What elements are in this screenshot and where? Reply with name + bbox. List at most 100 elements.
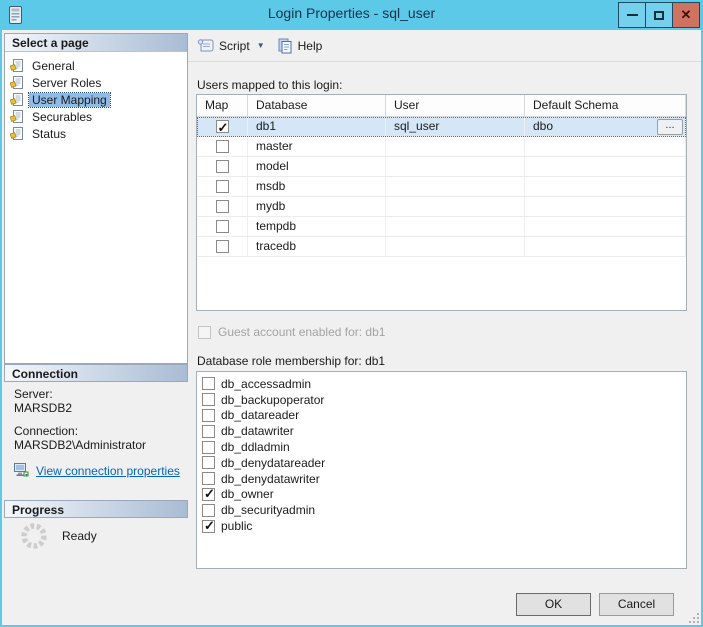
help-icon — [278, 38, 292, 53]
role-checkbox[interactable] — [202, 518, 215, 534]
role-checkbox[interactable] — [202, 472, 215, 486]
ok-button[interactable]: OK — [516, 593, 591, 616]
role-checkbox[interactable] — [202, 440, 215, 454]
database-cell: model — [248, 157, 386, 176]
progress-status-row: Ready — [20, 522, 97, 550]
minimize-button[interactable] — [618, 2, 646, 28]
role-list-item[interactable]: db_ddladmin — [197, 439, 686, 455]
sidebar-page-item[interactable]: Status — [5, 125, 187, 142]
resize-grip[interactable] — [689, 613, 699, 623]
user-cell — [386, 177, 525, 196]
guest-account-checkbox — [198, 325, 211, 339]
role-list-item[interactable]: db_denydatareader — [197, 455, 686, 471]
role-list-item[interactable]: db_securityadmin — [197, 502, 686, 518]
maximize-icon — [654, 10, 664, 20]
user-cell: sql_user — [386, 117, 525, 136]
role-list-item[interactable]: db_accessadmin — [197, 376, 686, 392]
dialog-body: Select a page General Server Roles User … — [2, 30, 701, 625]
map-checkbox[interactable] — [215, 160, 229, 173]
close-icon: ✕ — [680, 7, 692, 22]
user-cell — [386, 157, 525, 176]
role-label: db_datawriter — [221, 424, 294, 439]
script-icon — [197, 39, 214, 52]
map-checkbox[interactable] — [215, 240, 229, 253]
role-list-item[interactable]: db_datawriter — [197, 423, 686, 439]
mapping-table-row[interactable]: mydb — [197, 197, 686, 217]
connection-label: Connection: — [14, 424, 79, 438]
help-button[interactable]: Help — [271, 35, 329, 57]
progress-spinner-icon — [21, 523, 47, 549]
column-header-user: User — [386, 95, 525, 116]
server-label: Server: — [14, 387, 53, 401]
mapping-table-row[interactable]: tempdb — [197, 217, 686, 237]
sidebar-page-item[interactable]: User Mapping — [5, 91, 187, 108]
sidebar-page-label: General — [32, 58, 75, 73]
role-list-item[interactable]: db_owner — [197, 486, 686, 503]
select-page-panel: Select a page General Server Roles User … — [4, 33, 188, 364]
role-list-item[interactable]: db_backupoperator — [197, 392, 686, 408]
database-cell: msdb — [248, 177, 386, 196]
user-mapping-table: Map Database User Default Schema db1 sql… — [196, 94, 687, 311]
role-membership-list: db_accessadmin db_backupoperator db_data… — [196, 371, 687, 569]
role-list-item[interactable]: db_denydatawriter — [197, 471, 686, 487]
sidebar-page-item[interactable]: Server Roles — [5, 74, 187, 91]
map-checkbox[interactable] — [215, 140, 229, 153]
role-list-item[interactable]: db_datareader — [197, 408, 686, 424]
cancel-button[interactable]: Cancel — [599, 593, 674, 616]
sidebar-page-label: User Mapping — [28, 91, 111, 108]
page-icon — [10, 75, 23, 89]
window-title: Login Properties - sql_user — [267, 5, 436, 21]
role-label: db_backupoperator — [221, 392, 325, 407]
page-icon — [10, 109, 23, 123]
user-cell — [386, 197, 525, 216]
maximize-button[interactable] — [645, 2, 673, 28]
page-icon — [10, 92, 23, 106]
progress-header: Progress — [4, 500, 188, 518]
script-dropdown-icon[interactable]: ▼ — [257, 41, 265, 50]
role-label: db_owner — [221, 487, 274, 502]
role-label: db_denydatareader — [221, 455, 326, 470]
default-schema-cell — [525, 157, 686, 176]
sidebar-page-item[interactable]: General — [5, 57, 187, 74]
users-mapped-label: Users mapped to this login: — [197, 78, 343, 92]
mapping-table-row[interactable]: tracedb — [197, 237, 686, 257]
default-schema-browse-button[interactable]: ... — [657, 119, 683, 135]
database-cell: tempdb — [248, 217, 386, 236]
default-schema-cell — [525, 237, 686, 256]
role-checkbox[interactable] — [202, 503, 215, 517]
column-header-database: Database — [248, 95, 386, 116]
page-icon — [10, 58, 23, 72]
mapping-table-body: db1 sql_user dbo ... master model msdb m… — [197, 117, 686, 257]
role-checkbox[interactable] — [202, 424, 215, 438]
sidebar-page-item[interactable]: Securables — [5, 108, 187, 125]
mapping-table-row[interactable]: model — [197, 157, 686, 177]
role-label: db_datareader — [221, 408, 300, 423]
view-connection-properties-link[interactable]: View connection properties — [36, 464, 180, 478]
map-checkbox[interactable] — [215, 118, 229, 136]
role-checkbox[interactable] — [202, 408, 215, 422]
user-cell — [386, 137, 525, 156]
role-list-item[interactable]: public — [197, 518, 686, 534]
mapping-table-row[interactable]: msdb — [197, 177, 686, 197]
close-button[interactable]: ✕ — [672, 2, 700, 28]
role-checkbox[interactable] — [202, 393, 215, 407]
select-page-header: Select a page — [5, 34, 187, 52]
column-header-default-schema: Default Schema — [525, 95, 686, 116]
minimize-icon — [626, 14, 638, 16]
map-checkbox[interactable] — [215, 180, 229, 193]
role-checkbox[interactable] — [202, 377, 215, 391]
role-checkbox[interactable] — [202, 486, 215, 502]
main-toolbar: Script ▼ Help — [188, 30, 701, 62]
database-cell: master — [248, 137, 386, 156]
map-checkbox[interactable] — [215, 200, 229, 213]
map-checkbox[interactable] — [215, 220, 229, 233]
role-checkbox[interactable] — [202, 456, 215, 470]
default-schema-cell — [525, 197, 686, 216]
connection-info: Server: MARSDB2 Connection: MARSDB2\Admi… — [14, 387, 192, 478]
role-label: db_ddladmin — [221, 440, 290, 455]
user-cell — [386, 217, 525, 236]
mapping-table-row[interactable]: db1 sql_user dbo ... — [197, 117, 686, 137]
connection-header: Connection — [4, 364, 188, 382]
mapping-table-row[interactable]: master — [197, 137, 686, 157]
script-button[interactable]: Script ▼ — [191, 35, 271, 56]
